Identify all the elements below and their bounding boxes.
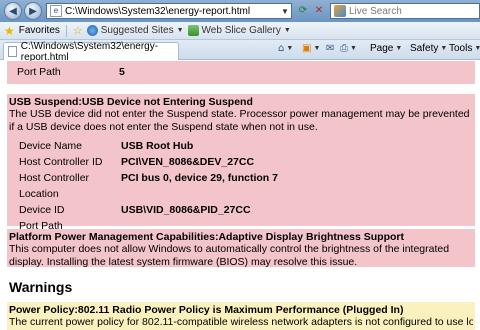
- chevron-down-icon: ▼: [350, 45, 357, 52]
- chevron-down-icon: ▼: [286, 45, 294, 52]
- mail-icon: ✉: [326, 43, 335, 54]
- web-slice-icon: [187, 25, 199, 36]
- printer-icon: ⎙: [340, 43, 348, 54]
- favorites-item-label: Web Slice Gallery: [201, 25, 281, 36]
- tools-menu-label: Tools: [449, 43, 473, 54]
- chevron-down-icon: ▼: [395, 45, 403, 52]
- report-row: Host Controller ID PCI\VEN_8086&DEV_27CC: [9, 154, 473, 170]
- report-row: Device Name USB Root Hub: [9, 138, 473, 154]
- row-value: PCI bus 0, device 29, function 7: [121, 172, 278, 184]
- favorites-item-suggested-sites[interactable]: Suggested Sites ▼: [86, 25, 184, 36]
- row-key: Device ID: [19, 204, 65, 216]
- forward-button[interactable]: ▶: [24, 2, 42, 20]
- chevron-down-icon: ▼: [176, 27, 184, 34]
- search-placeholder[interactable]: Live Search: [349, 6, 402, 17]
- print-button[interactable]: ⎙ ▼: [340, 43, 357, 54]
- report-block-platform-power: Platform Power Management Capabilities:A…: [7, 229, 475, 268]
- search-box[interactable]: Live Search: [330, 3, 480, 19]
- tools-menu[interactable]: Tools ▼: [449, 43, 480, 54]
- row-value: USB Root Hub: [121, 140, 194, 152]
- address-url[interactable]: C:\Windows\System32\energy-report.html: [65, 6, 250, 17]
- report-block-usb-suspend: USB Suspend:USB Device not Entering Susp…: [7, 94, 475, 232]
- favorites-star-icon[interactable]: ★: [4, 24, 15, 38]
- block-description: The USB device did not enter the Suspend…: [9, 108, 470, 133]
- tab-title: C:\Windows\System32\energy-report.html: [20, 40, 159, 63]
- add-favorite-icon[interactable]: ☆: [73, 24, 83, 37]
- block-description: This computer does not allow Windows to …: [9, 243, 450, 268]
- ie-icon: [86, 25, 98, 36]
- page-menu[interactable]: Page ▼: [370, 43, 402, 54]
- separator: [65, 24, 67, 37]
- report-row: Device ID USB\VID_8086&PID_27CC: [9, 202, 473, 218]
- report-row: Port Path 5: [7, 61, 475, 80]
- favorites-item-web-slice-gallery[interactable]: Web Slice Gallery ▼: [187, 25, 291, 36]
- row-value: USB\VID_8086&PID_27CC: [121, 204, 251, 216]
- page-icon: e: [50, 5, 62, 17]
- row-value: PCI\VEN_8086&DEV_27CC: [121, 156, 255, 168]
- back-arrow-icon: ◀: [9, 5, 17, 17]
- home-icon: ⌂: [278, 43, 285, 54]
- tab-bar: C:\Windows\System32\energy-report.html: [0, 40, 480, 63]
- rss-icon: ▣: [302, 43, 312, 54]
- block-title: Power Policy:802.11 Radio Power Policy i…: [9, 304, 404, 316]
- favorites-label[interactable]: Favorites: [19, 25, 60, 36]
- row-key: Device Name: [19, 140, 83, 152]
- live-search-logo-icon: [334, 5, 346, 17]
- forward-arrow-icon: ▶: [29, 5, 37, 17]
- chevron-down-icon: ▼: [283, 27, 291, 34]
- safety-menu[interactable]: Safety ▼: [410, 43, 447, 54]
- row-key: Host Controller ID: [19, 156, 103, 168]
- row-key: Port Path: [17, 66, 61, 78]
- row-key: Host Controller Location: [19, 172, 90, 200]
- page-menu-label: Page: [370, 43, 394, 54]
- page-icon: [8, 46, 17, 57]
- favorites-bar: ★ Favorites ☆ Suggested Sites ▼ Web Slic…: [0, 22, 480, 40]
- report-block-warning: Power Policy:802.11 Radio Power Policy i…: [7, 302, 475, 330]
- chevron-down-icon: ▼: [474, 45, 480, 52]
- back-button[interactable]: ◀: [4, 2, 22, 20]
- row-value: 5: [119, 66, 125, 78]
- report-row: Host Controller Location PCI bus 0, devi…: [9, 170, 473, 202]
- report-block-partial: Port Path 5: [7, 61, 475, 84]
- block-description: The current power policy for 802.11-comp…: [9, 316, 473, 328]
- safety-menu-label: Safety: [410, 43, 439, 54]
- chevron-down-icon: ▼: [313, 45, 321, 52]
- mail-button[interactable]: ✉: [326, 43, 334, 54]
- favorites-item-label: Suggested Sites: [100, 25, 174, 36]
- block-title: USB Suspend:USB Device not Entering Susp…: [9, 96, 253, 108]
- address-dropdown-icon[interactable]: ▼: [279, 7, 291, 16]
- chevron-down-icon: ▼: [440, 45, 448, 52]
- report-content: Port Path 5 USB Suspend:USB Device not E…: [0, 61, 480, 330]
- address-bar[interactable]: e C:\Windows\System32\energy-report.html…: [46, 3, 292, 19]
- warnings-heading: Warnings: [9, 279, 73, 295]
- tab-energy-report[interactable]: C:\Windows\System32\energy-report.html: [3, 40, 179, 63]
- feeds-button[interactable]: ▣ ▼: [302, 43, 320, 54]
- refresh-icon[interactable]: ⟳: [296, 4, 310, 18]
- block-title: Platform Power Management Capabilities:A…: [9, 231, 404, 243]
- browser-title-bar: ◀ ▶ e C:\Windows\System32\energy-report.…: [0, 0, 480, 22]
- stop-icon[interactable]: ✕: [312, 4, 326, 18]
- home-button[interactable]: ⌂ ▼: [278, 43, 293, 54]
